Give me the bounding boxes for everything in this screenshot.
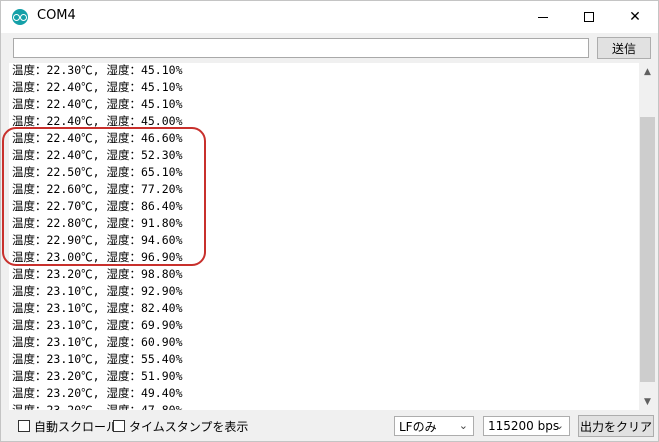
scrollbar-thumb[interactable] [640,117,655,382]
arduino-icon [12,9,28,25]
send-input[interactable] [13,38,589,58]
output-line: 温度：22.40℃, 湿度：52.30% [12,148,183,162]
serial-monitor-window: COM4 ✕ 送信 温度：22.30℃, 湿度：45.10% 温度：22.40℃,… [0,0,659,442]
chevron-down-icon: ⌄ [554,419,564,432]
autoscroll-checkbox[interactable]: 自動スクロール [18,417,118,435]
output-line: 温度：22.40℃, 湿度：46.60% [12,131,183,145]
baud-rate-select[interactable]: 115200 bps ⌄ [483,416,570,436]
send-bar: 送信 [1,33,658,63]
scroll-down-icon[interactable]: ▼ [639,393,656,410]
vertical-scrollbar[interactable]: ▲ ▼ [639,63,656,410]
output-line: 温度：22.70℃, 湿度：86.40% [12,199,183,213]
line-ending-select[interactable]: LFのみ ⌄ [394,416,474,436]
maximize-icon [584,12,594,22]
output-line: 温度：22.30℃, 湿度：45.10% [12,63,183,77]
output-line: 温度：23.10℃, 湿度：60.90% [12,335,183,349]
output-line: 温度：23.10℃, 湿度：55.40% [12,352,183,366]
chevron-down-icon: ⌄ [458,419,468,432]
output-line: 温度：22.40℃, 湿度：45.10% [12,97,183,111]
output-line: 温度：23.20℃, 湿度：98.80% [12,267,183,281]
output-line: 温度：22.40℃, 湿度：45.10% [12,80,183,94]
autoscroll-label: 自動スクロール [34,419,119,434]
timestamp-label: タイムスタンプを表示 [129,419,249,434]
close-button[interactable]: ✕ [612,1,658,33]
output-line: 温度：23.10℃, 湿度：69.90% [12,318,183,332]
output-line: 温度：22.40℃, 湿度：45.00% [12,114,183,128]
output-line: 温度：22.50℃, 湿度：65.10% [12,165,183,179]
output-line: 温度：23.10℃, 湿度：82.40% [12,301,183,315]
output-line: 温度：22.80℃, 湿度：91.80% [12,216,183,230]
send-button[interactable]: 送信 [597,37,651,59]
baud-rate-value: 115200 bps [488,419,560,433]
output-line: 温度：23.20℃, 湿度：47.80% [12,403,183,410]
output-line: 温度：22.60℃, 湿度：77.20% [12,182,183,196]
checkbox-icon[interactable] [18,420,30,432]
scroll-up-icon[interactable]: ▲ [639,63,656,80]
checkbox-icon[interactable] [113,420,125,432]
minimize-icon [538,16,548,18]
minimize-button[interactable] [520,1,566,33]
output-line: 温度：23.00℃, 湿度：96.90% [12,250,183,264]
timestamp-checkbox[interactable]: タイムスタンプを表示 [113,417,248,435]
output-lines: 温度：22.30℃, 湿度：45.10% 温度：22.40℃, 湿度：45.10%… [12,63,183,410]
output-line: 温度：23.20℃, 湿度：49.40% [12,386,183,400]
maximize-button[interactable] [566,1,612,33]
output-line: 温度：23.20℃, 湿度：51.90% [12,369,183,383]
output-line: 温度：23.10℃, 湿度：92.90% [12,284,183,298]
serial-output[interactable]: 温度：22.30℃, 湿度：45.10% 温度：22.40℃, 湿度：45.10%… [9,63,639,410]
title-bar: COM4 ✕ [1,1,658,33]
line-ending-value: LFのみ [399,419,437,434]
close-icon: ✕ [629,9,641,25]
clear-output-button[interactable]: 出力をクリア [578,415,654,437]
status-bar: 自動スクロール タイムスタンプを表示 LFのみ ⌄ 115200 bps ⌄ 出… [1,410,658,441]
output-line: 温度：22.90℃, 湿度：94.60% [12,233,183,247]
window-title: COM4 [37,8,76,23]
